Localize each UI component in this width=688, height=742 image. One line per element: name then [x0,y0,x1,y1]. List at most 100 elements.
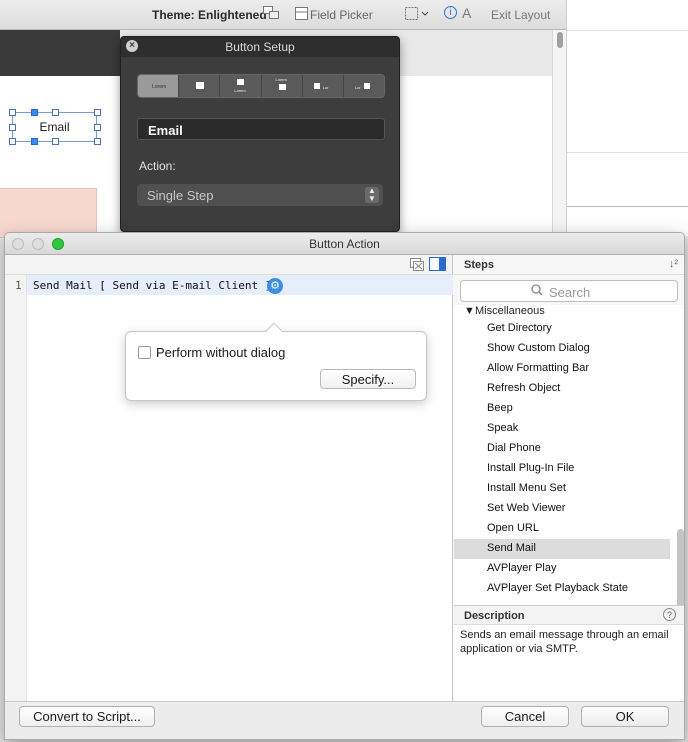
steps-title: Steps [464,259,494,271]
style-segment-icon-left[interactable]: Lor [303,75,344,97]
button-style-segmented-control[interactable]: Lorem Lorem Lorem Lor Lor [137,74,385,98]
perform-without-dialog-checkbox[interactable] [138,346,151,359]
step-item[interactable]: Refresh Object [454,379,670,399]
category-miscellaneous[interactable]: Miscellaneous [475,305,545,317]
text-format-icon[interactable]: A [462,5,471,21]
step-options-popover: Perform without dialog Specify... [125,322,427,401]
right-background-panel [566,0,688,236]
segment-label: Lorem [152,84,167,90]
help-icon[interactable]: ? [663,608,676,621]
window-footer: Convert to Script... Cancel OK [5,701,684,739]
divider [567,30,688,31]
step-item[interactable]: Install Menu Set [454,479,670,499]
window-title: Button Action [309,237,380,251]
steps-list[interactable]: ▼ Miscellaneous Get Directory Show Custo… [454,305,684,637]
convert-to-script-button[interactable]: Convert to Script... [19,706,155,727]
step-item[interactable]: Show Custom Dialog [454,339,670,359]
button-setup-title: Button Setup [121,37,399,57]
inspector-icon[interactable] [405,7,429,24]
step-item[interactable]: Speak [454,419,670,439]
style-segment-icon-above[interactable]: Lorem [220,75,262,97]
button-label-field[interactable]: Email [137,118,385,140]
cancel-button[interactable]: Cancel [481,706,569,727]
segment-label: Lor [354,85,361,90]
layout-field[interactable] [0,188,97,238]
resize-handle[interactable] [94,109,101,116]
search-icon [531,284,543,299]
action-label: Action: [139,159,176,173]
action-select-value: Single Step [147,188,214,203]
style-segment-icon-right[interactable]: Lor [344,75,384,97]
button-action-window: Button Action 1 Send Mail [ Send via E-m… [4,232,685,740]
window-titlebar[interactable]: Button Action [5,233,684,255]
theme-picker-icon[interactable] [263,6,281,23]
field-picker-button[interactable]: Field Picker [310,8,373,22]
resize-handle[interactable] [9,124,16,131]
line-number: 1 [15,279,22,292]
segment-label: Lor [322,85,329,90]
email-button-label: Email [39,120,70,134]
line-gutter [5,275,27,701]
canvas-scrollbar[interactable] [552,30,566,236]
description-title: Description [464,610,525,622]
script-editor[interactable]: 1 Send Mail [ Send via E-mail Client ] ⚙… [5,255,453,701]
step-item[interactable]: Set Web Viewer [454,499,670,519]
script-toolbar [5,255,452,275]
category-disclosure-icon[interactable]: ▼ [464,305,475,317]
chevron-up-down-icon: ▲ ▼ [365,187,379,203]
resize-handle[interactable] [9,109,16,116]
resize-handle[interactable] [52,138,59,145]
theme-label[interactable]: Theme: Enlightened [152,8,267,22]
step-item[interactable]: Open URL [454,519,670,539]
description-header: Description ? [454,605,684,625]
specify-button[interactable]: Specify... [320,369,416,389]
icon-placeholder [196,82,205,89]
steps-scrollbar-thumb[interactable] [677,529,684,613]
resize-handle[interactable] [94,124,101,131]
resize-handle[interactable] [94,138,101,145]
search-placeholder: Search [549,285,591,300]
step-item[interactable]: Dial Phone [454,439,670,459]
steps-search-input[interactable]: Search [460,280,678,302]
layout-email-button[interactable]: Email [9,109,101,145]
button-setup-panel: Button Setup × Lorem Lorem Lorem Lor Lor… [120,36,400,232]
segment-label: Lorem [275,77,287,82]
sort-icon[interactable]: ↓² [669,258,678,270]
script-step-text[interactable]: Send Mail [ Send via E-mail Client ] [33,279,271,292]
resize-handle[interactable] [31,138,38,145]
step-item[interactable]: AVPlayer Set Playback State [454,579,670,599]
disable-step-icon[interactable] [410,258,424,274]
scrollbar-thumb[interactable] [557,32,563,48]
gear-icon[interactable]: ⚙ [267,278,283,294]
style-segment-text-only[interactable]: Lorem [138,75,180,97]
step-item[interactable]: AVPlayer Play [454,559,670,579]
toggle-steps-panel-icon[interactable] [429,257,446,275]
step-item-selected[interactable]: Send Mail [454,539,670,559]
divider [567,206,688,207]
description-text: Sends an email message through an email … [454,625,684,701]
close-icon[interactable]: × [126,40,138,52]
step-item[interactable]: Install Plug-In File [454,459,670,479]
icon-placeholder [363,83,370,89]
icon-placeholder [237,79,245,85]
step-item[interactable]: Beep [454,399,670,419]
layout-header-part [0,30,120,76]
resize-handle[interactable] [9,138,16,145]
style-segment-icon-below[interactable]: Lorem [262,75,303,97]
style-segment-icon-only[interactable] [179,75,221,97]
steps-header: Steps ↓² [454,255,684,275]
ok-button[interactable]: OK [581,706,669,727]
info-icon[interactable]: i [444,6,457,19]
icon-placeholder [278,84,286,90]
field-picker-icon[interactable] [295,7,308,23]
layout-toolbar: Theme: Enlightened Field Picker i A Exit… [0,0,566,30]
step-item[interactable]: Get Directory [454,319,670,339]
icon-placeholder [313,83,320,89]
exit-layout-button[interactable]: Exit Layout [491,8,550,22]
resize-handle[interactable] [52,109,59,116]
resize-handle[interactable] [31,109,38,116]
perform-without-dialog-label[interactable]: Perform without dialog [156,345,285,360]
action-select[interactable]: Single Step ▲ ▼ [137,184,383,206]
popover-arrow [265,322,283,340]
step-item[interactable]: Allow Formatting Bar [454,359,670,379]
